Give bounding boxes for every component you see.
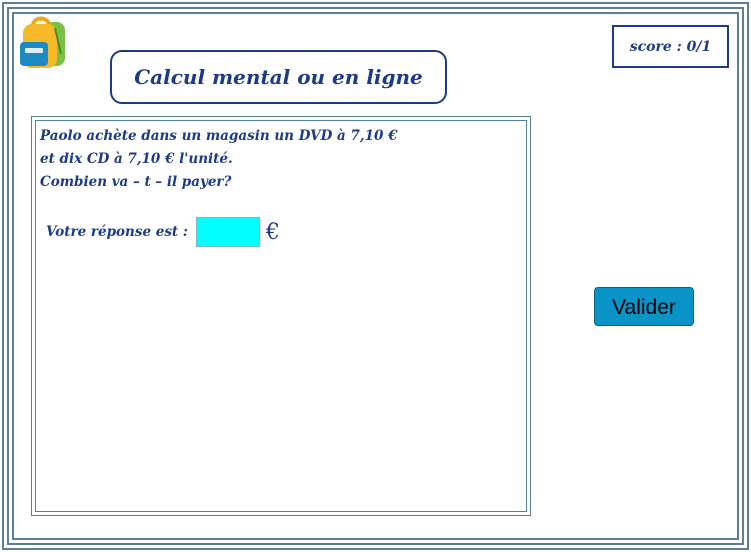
score-display: score : 0/1 (612, 25, 729, 68)
euro-symbol: € (265, 219, 280, 245)
question-panel-inner: Paolo achète dans un magasin un DVD à 7,… (35, 120, 527, 512)
question-line-1: Paolo achète dans un magasin un DVD à 7,… (40, 128, 398, 144)
question-line-2: et dix CD à 7,10 € l'unité. (40, 151, 233, 167)
answer-row: Votre réponse est : € (46, 217, 280, 247)
question-line-3: Combien va – t – il payer? (40, 174, 232, 190)
answer-input[interactable] (195, 217, 260, 247)
validate-button[interactable]: Valider (594, 287, 694, 326)
backpack-icon (20, 16, 65, 68)
answer-label: Votre réponse est : (46, 224, 188, 240)
question-panel: Paolo achète dans un magasin un DVD à 7,… (31, 116, 531, 516)
question-text: Paolo achète dans un magasin un DVD à 7,… (40, 125, 397, 194)
page-title: Calcul mental ou en ligne (110, 50, 447, 104)
